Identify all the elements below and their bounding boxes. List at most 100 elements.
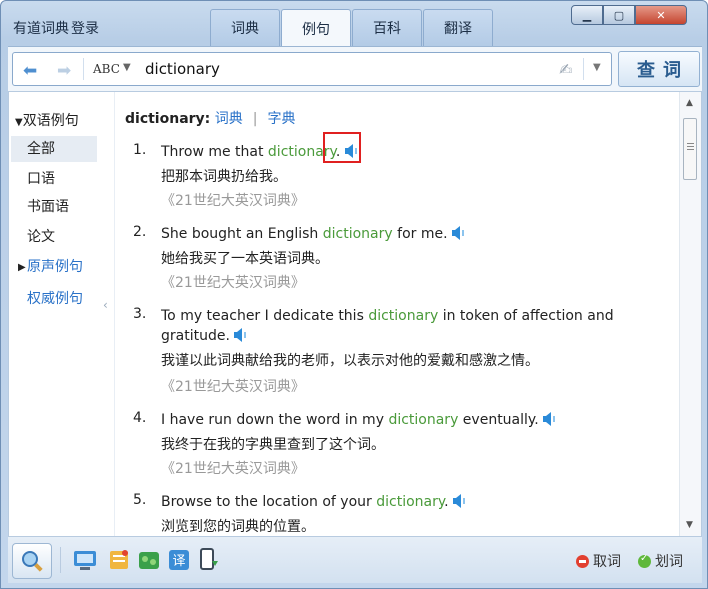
search-button[interactable]: 查词: [618, 51, 700, 87]
example-chinese: 把那本词典扔给我。: [161, 169, 287, 185]
divider: |: [252, 111, 258, 127]
sidebar-item-papers[interactable]: 论文: [11, 224, 97, 250]
lookup-tool-button[interactable]: [12, 543, 52, 579]
puzzle-button[interactable]: [132, 543, 166, 577]
speaker-icon[interactable]: [452, 226, 464, 240]
example-text: .: [444, 494, 449, 510]
example-text: Browse to the location of your: [161, 494, 377, 510]
minimize-button[interactable]: ▁: [571, 5, 603, 25]
example-text: She bought an English: [161, 226, 323, 242]
example-number: 4.: [133, 410, 147, 426]
sidebar-item-spoken[interactable]: 口语: [11, 166, 97, 192]
capture-label: 取词: [593, 554, 621, 570]
chevron-left-icon: ‹: [103, 298, 108, 312]
search-box: ⬅ ➡ ABC ▼ dictionary ✍ ▼: [12, 52, 612, 86]
highlight-word: dictionary: [388, 412, 459, 428]
translate-button[interactable]: 译: [162, 543, 196, 577]
divider: [60, 547, 61, 573]
app-title: 有道词典 登录: [13, 18, 99, 38]
capture-toggle[interactable]: 取词: [576, 551, 621, 571]
input-mode-icon[interactable]: ABC: [93, 62, 120, 76]
sidebar-item-written[interactable]: 书面语: [11, 194, 97, 220]
bottom-bar: 译 取词 划词: [8, 537, 702, 583]
example-text: Throw me that: [161, 144, 268, 160]
pen-icon[interactable]: ✍: [559, 60, 572, 79]
select-label: 划词: [655, 554, 683, 570]
sidebar: ▼双语例句 全部 口语 书面语 论文 ▶ 原声例句 权威例句: [9, 92, 101, 536]
maximize-button[interactable]: ▢: [603, 5, 635, 25]
examples-header: dictionary: 词典 | 字典: [125, 108, 295, 128]
back-arrow-icon[interactable]: ⬅: [23, 61, 37, 81]
highlight-word: dictionary: [322, 226, 393, 242]
window-controls: ▁ ▢ ✕: [571, 5, 687, 25]
example-chinese: 我谨以此词典献给我的老师，以表示对他的爱戴和感激之情。: [161, 353, 539, 369]
login-link[interactable]: 登录: [71, 21, 99, 37]
example-source[interactable]: 《21世纪大英汉词典》: [161, 190, 305, 210]
select-toggle[interactable]: 划词: [638, 551, 683, 571]
close-button[interactable]: ✕: [635, 5, 687, 25]
tab-encyclopedia[interactable]: 百科: [352, 9, 422, 46]
example-english: To my teacher I dedicate this dictionary…: [161, 306, 661, 346]
example-number: 3.: [133, 306, 147, 322]
sidebar-item-audio-examples[interactable]: 原声例句: [11, 254, 97, 280]
wordbook-button[interactable]: [68, 543, 102, 577]
puzzle-icon: [139, 552, 159, 569]
sidebar-heading-label: 双语例句: [22, 113, 79, 129]
example-text: for me.: [392, 226, 448, 242]
example-chinese: 我终于在我的字典里查到了这个词。: [161, 437, 385, 453]
example-source[interactable]: 《21世纪大英汉词典》: [161, 376, 305, 396]
highlight-word: dictionary: [368, 308, 439, 324]
tab-bar: 词典 例句 百科 翻译: [210, 9, 494, 47]
annotation-highlight-box: [323, 132, 361, 163]
scroll-up-icon[interactable]: ▲: [686, 98, 693, 108]
phone-download-icon: [200, 548, 218, 570]
note-icon: [110, 550, 128, 569]
scroll-down-icon[interactable]: ▼: [686, 520, 693, 530]
example-number: 1.: [133, 142, 147, 158]
forward-arrow-icon[interactable]: ➡: [57, 61, 71, 81]
scroll-thumb[interactable]: [683, 118, 697, 180]
examples-panel: dictionary: 词典 | 字典 1. Throw me that dicti…: [123, 92, 679, 536]
sidebar-collapse-handle[interactable]: ‹: [101, 92, 115, 536]
example-english: Throw me that dictionary.: [161, 142, 661, 162]
monitor-icon: [74, 551, 96, 570]
chevron-down-icon[interactable]: ▼: [123, 62, 131, 73]
content-area: ▼双语例句 全部 口语 书面语 论文 ▶ 原声例句 权威例句 ‹ diction…: [8, 91, 702, 537]
speaker-icon[interactable]: [453, 494, 466, 508]
example-chinese: 浏览到您的词典的位置。: [161, 519, 315, 535]
tab-examples[interactable]: 例句: [281, 9, 351, 47]
chevron-down-icon[interactable]: ▼: [593, 62, 601, 73]
example-number: 5.: [133, 492, 147, 508]
app-window: 有道词典 登录 词典 例句 百科 翻译 ▁ ▢ ✕ ⬅ ➡ ABC ▼ dicti…: [0, 0, 708, 589]
caret-down-icon: ▼: [15, 117, 23, 128]
sidebar-item-authority-examples[interactable]: 权威例句: [11, 286, 97, 312]
example-english: She bought an English dictionary for me.: [161, 224, 661, 244]
highlight-word: dictionary: [376, 494, 445, 510]
speaker-icon[interactable]: [234, 328, 247, 342]
example-source[interactable]: 《21世纪大英汉词典》: [161, 458, 305, 478]
divider: [83, 58, 84, 80]
example-text: To my teacher I dedicate this: [161, 308, 369, 324]
stop-icon: [576, 554, 589, 568]
link-character-dictionary[interactable]: 字典: [267, 111, 295, 127]
speaker-icon[interactable]: [543, 412, 556, 426]
link-dictionary[interactable]: 词典: [215, 111, 243, 127]
vertical-scrollbar[interactable]: ▲ ▼: [679, 92, 701, 536]
search-input[interactable]: dictionary: [145, 60, 220, 78]
check-icon: [638, 553, 651, 568]
translate-icon: 译: [169, 550, 189, 570]
sidebar-heading[interactable]: ▼双语例句: [15, 110, 79, 130]
app-name: 有道词典: [13, 21, 69, 37]
toolbar: ⬅ ➡ ABC ▼ dictionary ✍ ▼ 查词: [8, 46, 702, 91]
example-english: Browse to the location of your dictionar…: [161, 492, 661, 512]
example-number: 2.: [133, 224, 147, 240]
example-source[interactable]: 《21世纪大英汉词典》: [161, 272, 305, 292]
mobile-button[interactable]: [192, 543, 226, 577]
tab-translate[interactable]: 翻译: [423, 9, 493, 46]
notebook-button[interactable]: [102, 543, 136, 577]
example-chinese: 她给我买了一本英语词典。: [161, 251, 329, 267]
example-text: eventually.: [458, 412, 539, 428]
sidebar-item-all[interactable]: 全部: [11, 136, 97, 162]
svg-text:译: 译: [172, 554, 185, 569]
tab-dictionary[interactable]: 词典: [210, 9, 280, 46]
